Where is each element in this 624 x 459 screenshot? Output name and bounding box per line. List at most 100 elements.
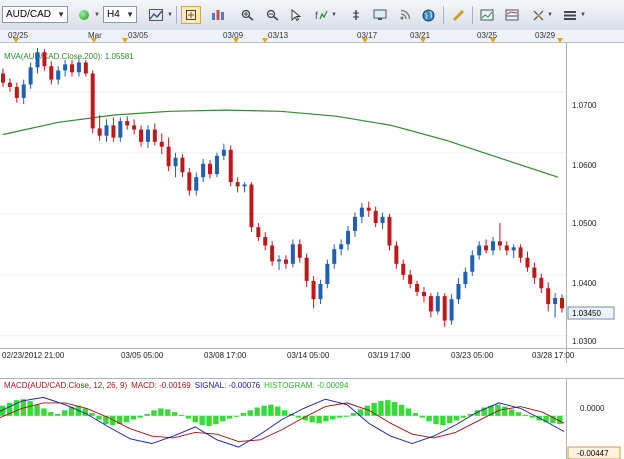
zoom-out-icon[interactable] [238,6,258,24]
screenshot-icon[interactable] [370,6,390,24]
candle-body [352,216,357,231]
price-tick-label: 1.0500 [572,219,597,228]
toolbar-separator [443,6,444,24]
candle-body [111,125,116,138]
candle-body [366,207,371,211]
crosshair-icon[interactable] [181,6,201,24]
chevron-down-icon[interactable]: ▼ [94,12,100,18]
histogram-bar [392,401,398,416]
candle-body [553,297,558,305]
histogram-bar [515,412,522,416]
chevron-down-icon[interactable]: ▼ [167,12,173,18]
price-chart[interactable]: MVA(AUD/CAD.Close,200): 1.05581 1.0700 1… [0,43,624,363]
globe-icon[interactable] [418,6,438,24]
candle-body [214,155,219,175]
cursor-icon[interactable] [286,6,306,24]
candle-body [166,146,171,167]
candle-body [415,283,420,292]
price-tick-label: 1.0400 [572,279,597,288]
candle-body [421,291,426,297]
candle-body [387,216,392,246]
candle-body [373,210,378,223]
histogram-bar [96,415,102,420]
histogram-bar [316,415,322,424]
candle-body [428,296,433,312]
histogram-bar [165,409,171,416]
candle-body [546,288,551,305]
rss-icon[interactable] [395,6,415,24]
properties-icon[interactable] [346,6,366,24]
timeframe-selector[interactable]: H4 ▼ [103,6,137,23]
time-tick-label: 03/23 05:00 [451,351,494,360]
candle-body [477,245,482,256]
status-dot-icon[interactable] [74,6,94,24]
histogram-bar [295,415,302,418]
histogram-bar [426,415,432,422]
candle-body [35,52,40,68]
histogram-bar [185,415,192,419]
candle-body [201,163,206,178]
candle-body [145,129,150,142]
chart-type-icon[interactable] [146,6,166,24]
histogram-bar [206,415,212,426]
histogram-bar [192,415,198,423]
histogram-bar [419,415,425,418]
magnifier-icon[interactable] [263,6,283,24]
chevron-down-icon[interactable]: ▼ [580,12,586,18]
histogram-bar [337,415,343,418]
chevron-down-icon[interactable]: ▼ [547,12,553,18]
histogram-bar [330,415,336,420]
histogram-bar [55,413,61,416]
macd-chart[interactable]: MACD(AUD/CAD.Close, 12, 26, 9) MACD: -0.0… [0,378,624,459]
timeline-strip[interactable]: 02/25 Mar 03/05 03/09 03/13 03/17 03/21 … [0,30,624,43]
macd-tick-label: -0.00447 [577,449,609,458]
ruler-icon[interactable] [448,6,468,24]
time-tick-label: 03/19 17:00 [368,351,411,360]
drawing-tools-icon[interactable] [528,6,548,24]
histogram-bar [123,415,130,423]
histogram-bar [41,408,47,416]
mva-indicator-label[interactable]: MVA(AUD/CAD.Close,200): 1.05581 [4,52,134,61]
candle-body [125,121,130,126]
candle-body [339,244,344,250]
histogram-bar [412,413,419,416]
macd-legend[interactable]: MACD(AUD/CAD.Close, 12, 26, 9) MACD: -0.0… [4,381,349,390]
price-tick-label: 1.0300 [572,337,597,346]
price-plot-area [0,43,566,348]
histogram-bar [178,414,185,416]
histogram-bar [34,404,40,416]
candle-body [283,259,288,264]
candle-body [435,296,440,312]
symbol-selector[interactable]: AUD/CAD ▼ [2,6,68,23]
candle-body [63,64,68,71]
candle-body [470,255,475,272]
histogram-bar [247,410,253,416]
chevron-down-icon[interactable]: ▼ [331,12,337,18]
layout-icon[interactable] [502,6,522,24]
candle-body [511,247,516,251]
candle-body [490,241,495,251]
zoom-in-icon[interactable] [208,6,228,24]
candle-body [304,257,309,281]
candle-body [270,245,275,262]
template-icon[interactable] [477,6,497,24]
candle-body [318,283,323,300]
candle-body [560,297,564,309]
histogram-bar [199,415,205,426]
candle-body [139,129,144,142]
candle-body [394,245,399,264]
histogram-bar [398,404,405,416]
candle-body [332,249,337,264]
histogram-legend-value: HISTOGRAM: -0.00094 [264,381,349,390]
menu-icon[interactable] [560,6,580,24]
time-tick-label: 03/14 05:00 [287,351,330,360]
histogram-bar [61,410,68,416]
candle-body [484,245,489,251]
indicators-icon[interactable]: f [311,6,331,24]
histogram-bar [405,408,412,416]
toolbar-separator [472,6,473,24]
histogram-bar [433,415,439,425]
candle-body [97,128,102,136]
candle-body [532,267,537,278]
candle-body [277,259,282,262]
